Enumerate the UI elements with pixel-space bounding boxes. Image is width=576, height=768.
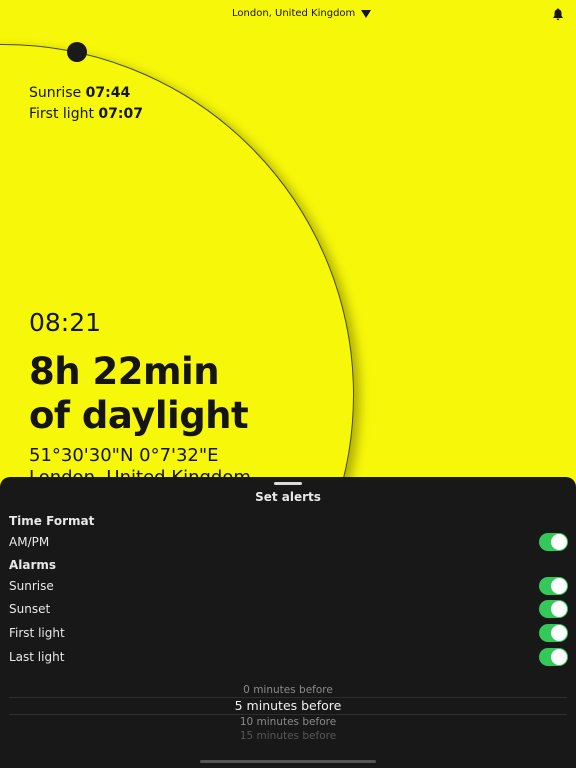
picker-option[interactable]: 15 minutes before — [9, 729, 567, 739]
first-light-toggle[interactable] — [539, 624, 568, 642]
alerts-sheet: Set alerts Time Format AM/PM Alarms Sunr… — [0, 477, 576, 768]
ampm-label: AM/PM — [9, 535, 50, 549]
first-light-time: 07:07 — [98, 106, 143, 122]
alarm-row-sunrise: Sunrise — [9, 576, 568, 596]
daylight-duration: 8h 22min of daylight — [29, 350, 249, 438]
alarm-label: Sunrise — [9, 579, 54, 593]
first-light-row: First light 07:07 — [29, 104, 143, 125]
bell-icon[interactable] — [551, 7, 565, 21]
alarms-heading: Alarms — [9, 558, 57, 572]
sun-times: Sunrise 07:44 First light 07:07 — [29, 83, 143, 125]
alarm-label: Last light — [9, 650, 65, 664]
daylight-caption: of daylight — [29, 394, 249, 437]
sunset-toggle[interactable] — [539, 600, 568, 618]
sunrise-row: Sunrise 07:44 — [29, 83, 143, 104]
sun-position-marker[interactable] — [67, 42, 87, 62]
alarm-label: Sunset — [9, 602, 51, 616]
alarm-row-first-light: First light — [9, 623, 568, 643]
picker-option[interactable]: 0 minutes before — [9, 683, 567, 697]
location-selector[interactable]: London, United Kingdom — [232, 8, 372, 19]
ampm-toggle[interactable] — [539, 533, 568, 551]
ampm-row: AM/PM — [9, 532, 568, 552]
daylight-hours: 8h 22min — [29, 350, 220, 393]
sunrise-time: 07:44 — [85, 85, 131, 101]
alarm-label: First light — [9, 626, 65, 640]
current-time: 08:21 — [29, 308, 102, 337]
coordinates: 51°30'30"N 0°7'32"E — [29, 445, 219, 466]
sunrise-toggle[interactable] — [539, 577, 568, 595]
top-bar: London, United Kingdom — [0, 0, 576, 30]
alarm-row-last-light: Last light — [9, 647, 568, 667]
picker-option[interactable]: 10 minutes before — [9, 715, 567, 729]
first-light-label: First light — [29, 106, 94, 122]
alarm-row-sunset: Sunset — [9, 599, 568, 619]
caret-down-icon — [361, 9, 372, 18]
sunrise-label: Sunrise — [29, 85, 82, 101]
location-label: London, United Kingdom — [232, 8, 356, 19]
home-indicator[interactable] — [200, 760, 376, 763]
time-format-heading: Time Format — [9, 514, 95, 528]
picker-selected-option[interactable]: 5 minutes before — [9, 697, 567, 715]
last-light-toggle[interactable] — [539, 648, 568, 666]
sheet-title: Set alerts — [255, 490, 321, 504]
reminder-offset-picker[interactable]: 0 minutes before 5 minutes before 10 min… — [9, 683, 567, 739]
sheet-grabber[interactable] — [274, 482, 302, 485]
